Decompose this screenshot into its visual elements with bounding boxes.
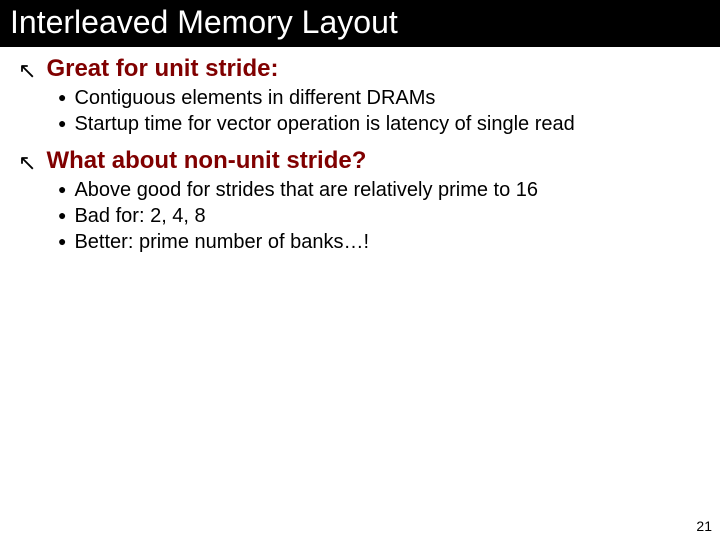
- section-item: ↖ What about non-unit stride? ● Above go…: [18, 147, 702, 261]
- list-item-text: Contiguous elements in different DRAMs: [74, 85, 435, 111]
- list-item-text: Startup time for vector operation is lat…: [74, 111, 574, 137]
- section-row: ↖ Great for unit stride:: [18, 55, 702, 83]
- list-item-text: Bad for: 2, 4, 8: [74, 203, 205, 229]
- list-item: ● Startup time for vector operation is l…: [58, 111, 702, 137]
- title-bar: Interleaved Memory Layout: [0, 0, 720, 47]
- bullet-dot-icon: ●: [58, 206, 66, 224]
- arrow-up-left-icon: ↖: [18, 60, 36, 82]
- bullet-dot-icon: ●: [58, 88, 66, 106]
- arrow-up-left-icon: ↖: [18, 152, 36, 174]
- list-item: ● Better: prime number of banks…!: [58, 229, 702, 255]
- list-item-text: Better: prime number of banks…!: [74, 229, 369, 255]
- section-row: ↖ What about non-unit stride?: [18, 147, 702, 175]
- list-item-text: Above good for strides that are relative…: [74, 177, 538, 203]
- list-item: ● Bad for: 2, 4, 8: [58, 203, 702, 229]
- section-heading: Great for unit stride:: [46, 55, 278, 83]
- slide-content: ↖ Great for unit stride: ● Contiguous el…: [0, 47, 720, 261]
- bullet-dot-icon: ●: [58, 114, 66, 132]
- bullet-dot-icon: ●: [58, 180, 66, 198]
- bullet-list-level1: ↖ Great for unit stride: ● Contiguous el…: [18, 55, 702, 261]
- slide: Interleaved Memory Layout ↖ Great for un…: [0, 0, 720, 540]
- bullet-dot-icon: ●: [58, 232, 66, 250]
- list-item: ● Above good for strides that are relati…: [58, 177, 702, 203]
- slide-title: Interleaved Memory Layout: [10, 4, 710, 41]
- bullet-list-level2: ● Contiguous elements in different DRAMs…: [18, 83, 702, 143]
- bullet-list-level2: ● Above good for strides that are relati…: [18, 175, 702, 261]
- list-item: ● Contiguous elements in different DRAMs: [58, 85, 702, 111]
- section-heading: What about non-unit stride?: [46, 147, 366, 175]
- section-item: ↖ Great for unit stride: ● Contiguous el…: [18, 55, 702, 143]
- page-number: 21: [696, 518, 712, 534]
